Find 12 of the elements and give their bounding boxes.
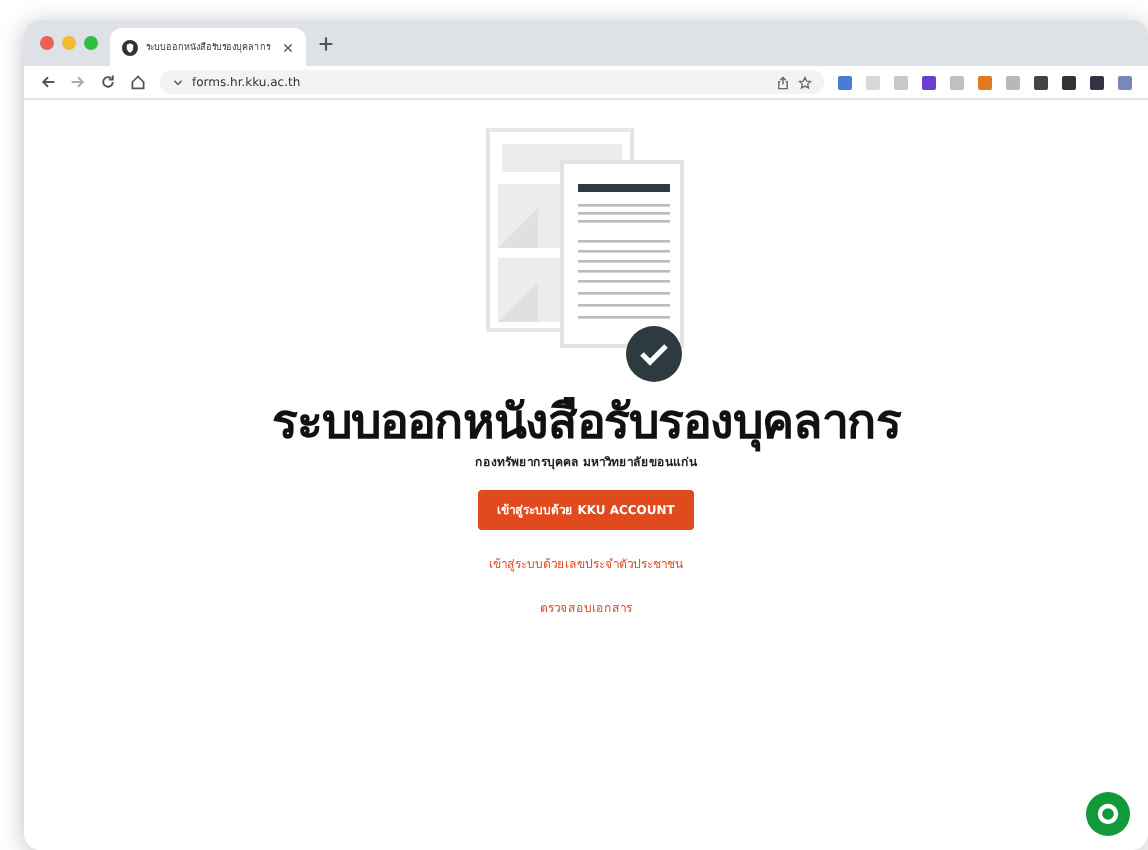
home-icon[interactable] [130,74,146,90]
new-tab-icon[interactable] [318,35,334,51]
reload-icon[interactable] [100,74,116,90]
page-title: ระบบออกหนังสือรับรองบุคลากร [271,396,901,449]
share-icon[interactable] [776,75,790,89]
chat-button[interactable] [1086,792,1130,836]
close-tab-icon[interactable] [282,41,294,53]
chevron-icon[interactable] [172,76,184,88]
close-window-icon[interactable] [40,36,54,50]
star-icon[interactable] [798,75,812,89]
back-icon[interactable] [40,74,56,90]
shield-icon[interactable] [122,39,138,55]
